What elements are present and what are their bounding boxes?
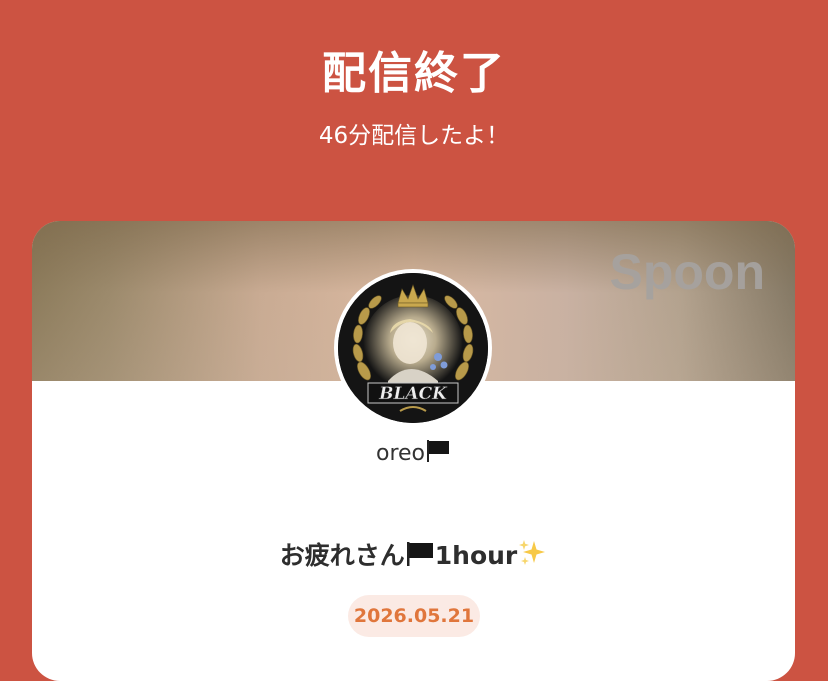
date-badge: 2026.05.21 (348, 595, 480, 637)
spoon-logo: Spoon (609, 244, 765, 300)
page-title: 配信終了 (322, 48, 506, 99)
black-flag-icon (425, 439, 451, 472)
username[interactable]: oreo (32, 439, 795, 472)
avatar-banner-text: BLACK (378, 384, 448, 404)
stream-title-text: お疲れさん (279, 541, 405, 570)
stream-title-suffix: 1hour (434, 541, 518, 570)
avatar-artwork: BLACK (338, 273, 488, 423)
broadcast-summary-card: Spoon BLACK oreo お疲れさん 1hour 2026.05.21 (32, 221, 795, 681)
avatar-image: BLACK (338, 273, 488, 423)
black-flag-icon (405, 541, 435, 577)
username-text: oreo (375, 441, 426, 466)
sparkles-icon (517, 538, 547, 578)
avatar[interactable]: BLACK (334, 269, 492, 427)
broadcast-duration-text: 46分配信したよ！ (318, 123, 510, 149)
stream-title: お疲れさん 1hour (32, 538, 795, 578)
